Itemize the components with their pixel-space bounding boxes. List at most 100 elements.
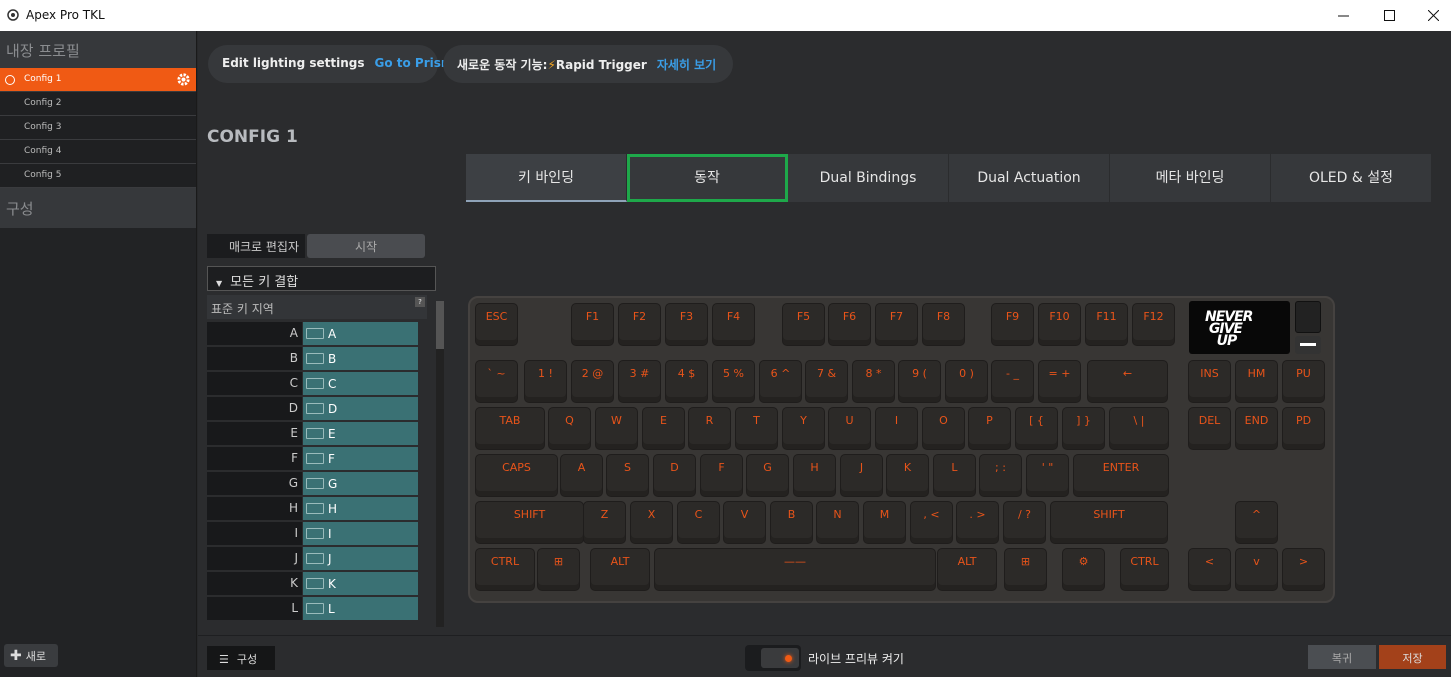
live-preview-toggle[interactable] — [745, 645, 801, 671]
key[interactable]: . > — [956, 501, 999, 544]
key[interactable]: 0 ) — [945, 360, 988, 403]
key[interactable]: = + — [1038, 360, 1081, 403]
key[interactable]: A — [560, 454, 603, 497]
key[interactable]: P — [968, 407, 1011, 450]
key[interactable]: X — [630, 501, 673, 544]
key[interactable]: F8 — [922, 303, 965, 346]
table-row[interactable]: J J — [207, 547, 437, 570]
key[interactable]: I — [875, 407, 918, 450]
tab-actuation[interactable]: 동작 — [627, 154, 788, 202]
table-row[interactable]: C C — [207, 372, 437, 395]
revert-button[interactable]: 복귀 — [1308, 645, 1376, 669]
key[interactable]: Z — [583, 501, 626, 544]
key[interactable]: < — [1188, 548, 1231, 591]
key[interactable]: ^ — [1235, 501, 1278, 544]
binding-value[interactable]: L — [303, 597, 418, 620]
key[interactable]: E — [642, 407, 685, 450]
sidebar-item-config-1[interactable]: Config 1 — [0, 68, 196, 92]
go-to-prism-link[interactable]: Go to Prism — [374, 56, 453, 70]
key[interactable]: F11 — [1085, 303, 1128, 346]
key[interactable]: ] } — [1062, 407, 1105, 450]
binding-value[interactable]: D — [303, 397, 418, 420]
binding-value[interactable]: J — [303, 547, 418, 570]
key[interactable]: 6 ^ — [759, 360, 802, 403]
scrollbar-thumb[interactable] — [436, 301, 444, 349]
key[interactable]: ALT — [937, 548, 997, 591]
tab-dual-bindings[interactable]: Dual Bindings — [788, 154, 949, 202]
key[interactable]: K — [886, 454, 929, 497]
tab-dual-actuation[interactable]: Dual Actuation — [949, 154, 1110, 202]
table-row[interactable]: H H — [207, 497, 437, 520]
learn-more-link[interactable]: 자세히 보기 — [657, 58, 716, 72]
binding-value[interactable]: G — [303, 472, 418, 495]
key[interactable]: F6 — [828, 303, 871, 346]
key[interactable]: 9 ( — [898, 360, 941, 403]
binding-value[interactable]: F — [303, 447, 418, 470]
key[interactable]: —— — [654, 548, 936, 591]
key[interactable]: F2 — [618, 303, 661, 346]
key[interactable]: G — [746, 454, 789, 497]
table-row[interactable]: G G — [207, 472, 437, 495]
key[interactable]: F3 — [665, 303, 708, 346]
configs-button[interactable]: ☰ 구성 — [207, 646, 275, 670]
key[interactable]: SHIFT — [475, 501, 584, 544]
key[interactable]: 2 @ — [571, 360, 614, 403]
key[interactable]: \ | — [1109, 407, 1169, 450]
maximize-button[interactable] — [1366, 0, 1412, 31]
key[interactable]: ← — [1087, 360, 1168, 403]
key[interactable]: END — [1235, 407, 1278, 450]
table-row[interactable]: I I — [207, 522, 437, 545]
key[interactable]: PU — [1282, 360, 1325, 403]
key[interactable]: CTRL — [1120, 548, 1169, 591]
sidebar-item-config-5[interactable]: Config 5 — [0, 164, 196, 188]
sidebar-item-config-2[interactable]: Config 2 — [0, 92, 196, 116]
key[interactable]: F9 — [991, 303, 1034, 346]
key[interactable]: ⊞ — [537, 548, 580, 591]
key[interactable]: ` ~ — [475, 360, 518, 403]
macro-start-button[interactable]: 시작 — [307, 234, 425, 258]
binding-value[interactable]: B — [303, 347, 418, 370]
key[interactable]: Y — [782, 407, 825, 450]
key[interactable]: CTRL — [475, 548, 535, 591]
tab-oled-settings[interactable]: OLED & 설정 — [1271, 154, 1432, 202]
key[interactable]: ; : — [979, 454, 1022, 497]
table-row[interactable]: K K — [207, 572, 437, 595]
table-row[interactable]: L L — [207, 597, 437, 620]
key[interactable]: / ? — [1003, 501, 1046, 544]
key[interactable]: J — [840, 454, 883, 497]
key[interactable]: HM — [1235, 360, 1278, 403]
tab-key-binding[interactable]: 키 바인딩 — [466, 154, 627, 202]
table-row[interactable]: E E — [207, 422, 437, 445]
key[interactable]: v — [1235, 548, 1278, 591]
key[interactable]: CAPS — [475, 454, 558, 497]
save-button[interactable]: 저장 — [1379, 645, 1446, 669]
key[interactable]: ⚙ — [1062, 548, 1105, 591]
minimize-button[interactable] — [1320, 0, 1366, 31]
gear-icon[interactable] — [176, 72, 191, 87]
key[interactable]: F — [700, 454, 743, 497]
key[interactable]: ⊞ — [1004, 548, 1047, 591]
binding-value[interactable]: E — [303, 422, 418, 445]
key-combination-dropdown[interactable]: ▼ 모든 키 결합 — [207, 266, 436, 291]
key[interactable]: U — [828, 407, 871, 450]
key[interactable]: F10 — [1038, 303, 1081, 346]
key[interactable]: F7 — [875, 303, 918, 346]
key[interactable]: ENTER — [1073, 454, 1169, 497]
tab-meta-binding[interactable]: 메타 바인딩 — [1110, 154, 1271, 202]
key[interactable]: DEL — [1188, 407, 1231, 450]
new-button[interactable]: ✚ 새로 — [4, 644, 58, 667]
key[interactable]: 5 % — [712, 360, 755, 403]
sidebar-item-config-3[interactable]: Config 3 — [0, 116, 196, 140]
key[interactable]: B — [770, 501, 813, 544]
key[interactable]: ESC — [475, 303, 518, 346]
table-row[interactable]: B B — [207, 347, 437, 370]
key[interactable]: ALT — [590, 548, 650, 591]
key[interactable]: > — [1282, 548, 1325, 591]
table-row[interactable]: F F — [207, 447, 437, 470]
binding-value[interactable]: I — [303, 522, 418, 545]
sidebar-item-config-4[interactable]: Config 4 — [0, 140, 196, 164]
key[interactable]: O — [922, 407, 965, 450]
scrollbar[interactable] — [436, 301, 444, 627]
key[interactable]: W — [595, 407, 638, 450]
help-icon[interactable]: ? — [415, 297, 425, 307]
